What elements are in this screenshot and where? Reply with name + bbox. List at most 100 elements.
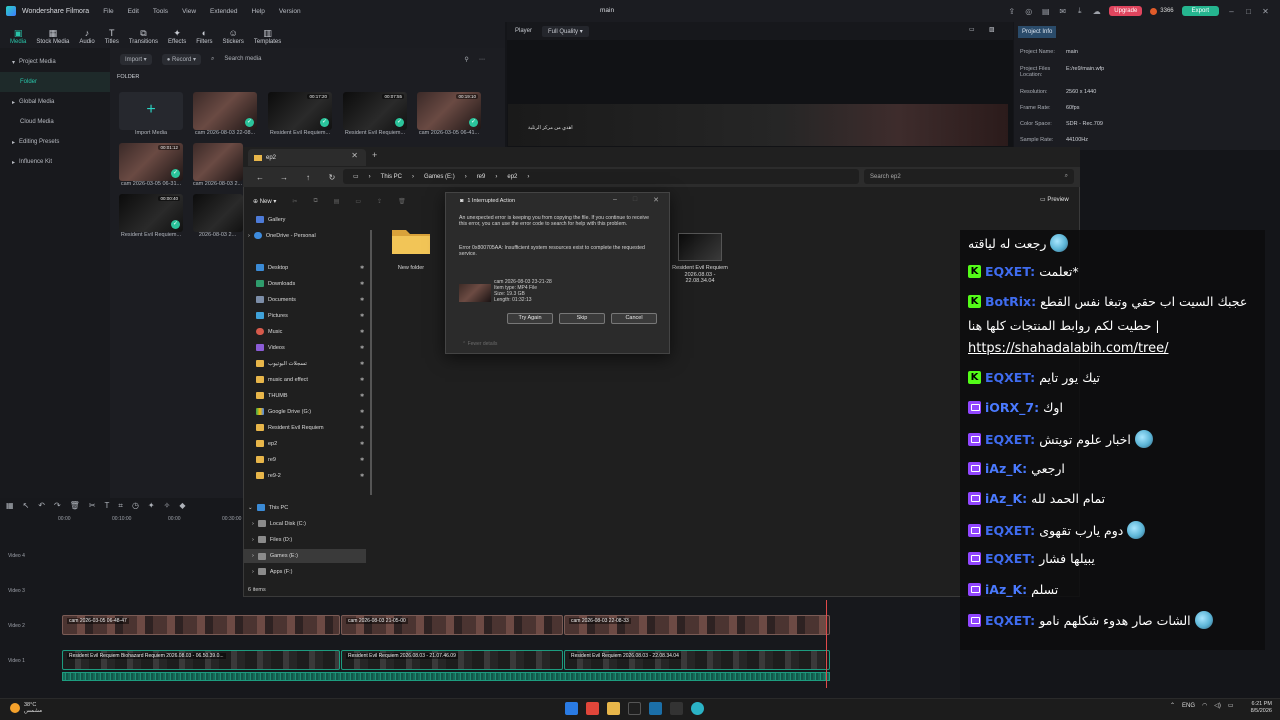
nav-item-drive[interactable]: › Games (E:) (244, 549, 366, 563)
breadcrumb-item[interactable]: ep2 (507, 174, 517, 180)
cut-icon[interactable]: ✂ (292, 198, 297, 205)
menu-file[interactable]: File (103, 8, 113, 15)
notification-icon[interactable]: ◎ (1024, 7, 1033, 16)
cancel-button[interactable]: Cancel (611, 313, 657, 324)
tab-transitions[interactable]: ⧉ Transitions (129, 29, 158, 46)
crop-icon[interactable]: ⌗ (118, 501, 123, 511)
share-icon[interactable]: ⇪ (377, 198, 382, 205)
wifi-icon[interactable]: ◠ (1202, 702, 1207, 709)
brave-icon[interactable] (586, 702, 599, 715)
timeline-clip[interactable]: cam 2026-08-03 21-05-00 (341, 615, 563, 635)
try-again-button[interactable]: Try Again (507, 313, 553, 324)
cloud-icon[interactable]: ☁ (1092, 7, 1101, 16)
nav-item-google-drive[interactable]: Google Drive (G:) ✱ (256, 408, 364, 415)
tab-effects[interactable]: ✦ Effects (168, 29, 186, 46)
media-thumb[interactable]: ✓ (193, 92, 257, 130)
upgrade-button[interactable]: Upgrade (1109, 6, 1143, 16)
timeline-clip[interactable]: Resident Evil Requiem 2026.08.03 - 21.07… (341, 650, 563, 670)
nav-item-folder[interactable]: re9-2 ✱ (256, 472, 364, 479)
folder-icon[interactable] (390, 224, 432, 256)
menu-help[interactable]: Help (252, 8, 265, 15)
steam-icon[interactable] (649, 702, 662, 715)
paste-icon[interactable]: ▤ (334, 198, 340, 205)
credits-badge[interactable]: 3366 (1150, 7, 1174, 15)
clock[interactable]: 6:21 PM 8/5/2026 (1251, 701, 1272, 715)
ai-icon[interactable]: ✧ (164, 501, 171, 511)
feedback-icon[interactable]: ✉ (1058, 7, 1067, 16)
language-indicator[interactable]: ENG (1182, 703, 1195, 709)
filmora-icon[interactable] (691, 702, 704, 715)
timeline-clip[interactable]: cam 2026-08-03 22-08-33 (564, 615, 830, 635)
sidebar-item-influence-kit[interactable]: ▸ Influence Kit (0, 152, 110, 172)
breadcrumb-item[interactable]: Games (E:) (424, 174, 455, 180)
timeline-clip[interactable]: Resident Evil Requiem Biohazard Requiem … (62, 650, 340, 670)
redo-icon[interactable]: ↷ (54, 501, 61, 511)
nav-item-videos[interactable]: Videos ✱ (256, 344, 364, 351)
tab-templates[interactable]: ▥ Templates (254, 29, 281, 46)
battery-icon[interactable]: ▭ (1228, 702, 1234, 709)
export-button[interactable]: Export (1181, 6, 1219, 16)
menu-version[interactable]: Version (279, 8, 301, 15)
speed-icon[interactable]: ◷ (132, 501, 139, 511)
nav-item-folder[interactable]: re9 ✱ (256, 456, 364, 463)
video-file-icon[interactable] (678, 233, 722, 261)
close-tab-icon[interactable]: ✕ (351, 151, 358, 160)
audio-waveform[interactable] (62, 672, 830, 681)
sidebar-item-editing-presets[interactable]: ▸ Editing Presets (0, 132, 110, 152)
nav-item-pictures[interactable]: Pictures ✱ (256, 312, 364, 319)
share-icon[interactable]: ⇪ (1007, 7, 1016, 16)
close-icon[interactable]: ✕ (1261, 7, 1270, 16)
effects-icon[interactable]: ✦ (148, 501, 155, 511)
timeline-clip[interactable]: cam 2026-03-05 06-48-47 (62, 615, 340, 635)
chat-text[interactable]: https://shahadalabih.com/tree/ (968, 341, 1169, 356)
address-bar[interactable]: ▭ › This PC › Games (E:) › re9 › ep2 › (343, 169, 859, 184)
media-thumb[interactable]: 00:00:40 ✓ (119, 194, 183, 232)
layout-icon[interactable]: ▤ (1041, 7, 1050, 16)
nav-item-documents[interactable]: Documents ✱ (256, 296, 364, 303)
delete-icon[interactable]: 🗑 (70, 501, 80, 511)
text-icon[interactable]: T (105, 501, 110, 511)
quality-select[interactable]: Full Quality ▾ (542, 25, 589, 37)
media-thumb[interactable]: 00:17:20 ✓ (268, 92, 332, 130)
nav-item-desktop[interactable]: Desktop ✱ (256, 264, 364, 271)
new-button[interactable]: ⊕ New ▾ (253, 198, 276, 205)
nav-item-folder[interactable]: تسجلات البوتيوب ✱ (256, 360, 364, 367)
delete-icon[interactable]: 🗑 (398, 198, 406, 205)
snapshot-icon[interactable]: ▭ (969, 26, 975, 33)
nav-item-music[interactable]: Music ✱ (256, 328, 364, 335)
menu-tools[interactable]: Tools (153, 8, 168, 15)
nav-item-folder[interactable]: music and effect ✱ (256, 376, 364, 383)
playhead[interactable] (826, 600, 827, 688)
media-thumb[interactable]: 00:07:55 ✓ (343, 92, 407, 130)
more-icon[interactable]: ⋯ (479, 56, 485, 63)
close-icon[interactable]: ✕ (653, 196, 659, 204)
media-thumb[interactable] (193, 143, 243, 181)
image-icon[interactable]: ▨ (989, 26, 995, 33)
copy-icon[interactable]: ⧉ (313, 198, 317, 205)
nav-item-drive[interactable]: › Apps (F:) (252, 568, 292, 575)
maximize-icon[interactable]: □ (1244, 7, 1253, 16)
explorer-search-input[interactable]: Search ep2 ⌕ (864, 169, 1074, 184)
tab-stickers[interactable]: ☺ Stickers (223, 29, 244, 46)
nav-item-this-pc[interactable]: ⌄ This PC (248, 504, 288, 511)
breadcrumb-item[interactable]: This PC (381, 174, 402, 180)
skip-button[interactable]: Skip (559, 313, 605, 324)
up-icon[interactable]: ↑ (301, 173, 315, 182)
nav-item-gallery[interactable]: Gallery (256, 216, 285, 223)
nav-item-drive[interactable]: › Local Disk (C:) (252, 520, 306, 527)
download-icon[interactable]: ⤓ (1075, 6, 1084, 16)
media-search-input[interactable]: Search media (224, 56, 454, 62)
media-thumb[interactable]: 00:01:12 ✓ (119, 143, 183, 181)
select-tool-icon[interactable]: ↖ (23, 501, 30, 511)
layout-grid-icon[interactable]: ▦ (6, 501, 14, 511)
menu-view[interactable]: View (182, 8, 196, 15)
nav-item-onedrive[interactable]: › OneDrive - Personal (248, 232, 316, 239)
refresh-icon[interactable]: ↻ (325, 173, 339, 182)
menu-edit[interactable]: Edit (128, 8, 139, 15)
explorer-tab-ep2[interactable]: ep2 ✕ (248, 149, 366, 166)
fewer-details-toggle[interactable]: ⌃ Fewer details (462, 341, 497, 347)
sidebar-item-project-media[interactable]: ▾ Project Media (0, 52, 110, 72)
nav-scrollbar[interactable] (370, 230, 372, 495)
nav-item-folder[interactable]: THUMB ✱ (256, 392, 364, 399)
nav-item-drive[interactable]: › Files (D:) (252, 536, 292, 543)
